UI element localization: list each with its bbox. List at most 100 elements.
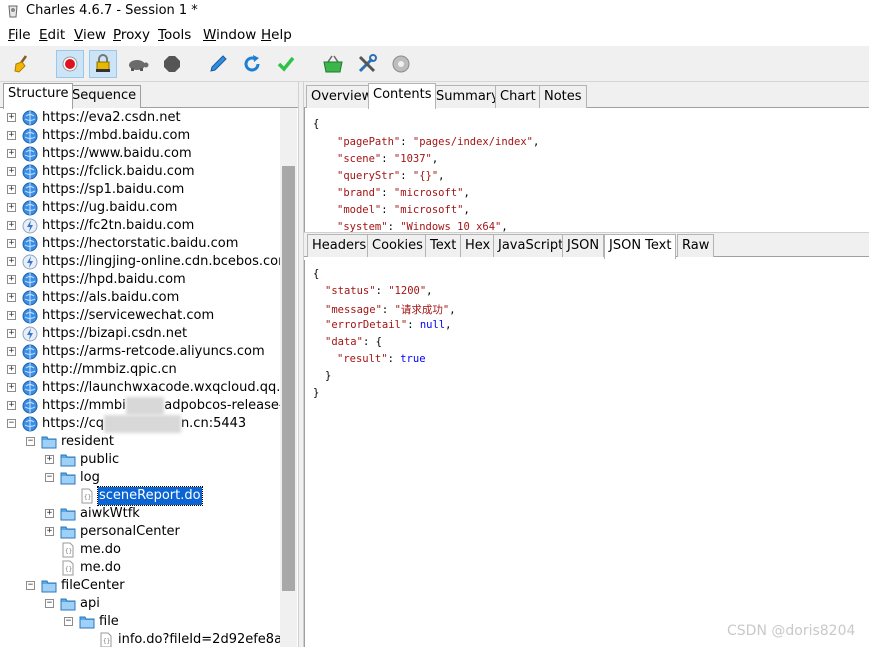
expand-icon[interactable]: + — [7, 257, 16, 266]
expand-icon[interactable]: + — [7, 293, 16, 302]
tab-contents[interactable]: Contents — [368, 83, 437, 109]
menu-view[interactable]: View — [74, 27, 106, 43]
expand-icon[interactable]: + — [7, 401, 16, 410]
menu-help[interactable]: Help — [261, 27, 292, 43]
tree-host-node[interactable]: + https://launchwxacode.wxqcloud.qq.com — [0, 379, 280, 397]
throttle-turtle-icon[interactable] — [124, 50, 152, 78]
menu-window[interactable]: Window — [203, 27, 256, 43]
tab-summary[interactable]: Summary — [431, 85, 504, 108]
tree-folder-node[interactable]: + aiwkWtfk — [0, 505, 280, 523]
expand-icon[interactable]: + — [7, 113, 16, 122]
tree-folder-node[interactable]: − api — [0, 595, 280, 613]
tree-host-node[interactable]: + https://mbd.baidu.com — [0, 127, 280, 145]
collapse-icon[interactable]: − — [45, 473, 54, 482]
tab-headers[interactable]: Headers — [307, 234, 372, 257]
tab-raw[interactable]: Raw — [677, 234, 715, 257]
expand-icon[interactable]: + — [7, 149, 16, 158]
collapse-icon[interactable]: − — [26, 437, 35, 446]
tab-javascript[interactable]: JavaScript — [493, 234, 569, 257]
repeat-refresh-icon[interactable] — [238, 50, 266, 78]
expand-icon[interactable]: + — [45, 509, 54, 518]
tree-file-node[interactable]: {} me.do — [0, 541, 280, 559]
tab-chart[interactable]: Chart — [495, 85, 541, 108]
tree-host-node[interactable]: + https://bizapi.csdn.net — [0, 325, 280, 343]
tree-host-node[interactable]: + https://mmbixxxxxadpobcos-release-1258 — [0, 397, 280, 415]
tab-text[interactable]: Text — [425, 234, 462, 257]
menu-tools[interactable]: Tools — [158, 27, 191, 43]
expand-icon[interactable]: + — [7, 185, 16, 194]
expand-icon[interactable]: + — [45, 527, 54, 536]
tree-host-node[interactable]: + https://fclick.baidu.com — [0, 163, 280, 181]
expand-icon[interactable]: + — [7, 275, 16, 284]
tree-host-node[interactable]: − https://cqxxxxxxxxxxn.cn:5443 — [0, 415, 280, 433]
collapse-icon[interactable]: − — [64, 617, 73, 626]
basket-icon[interactable] — [319, 50, 347, 78]
broom-icon[interactable] — [8, 50, 36, 78]
tree-host-node[interactable]: + https://www.baidu.com — [0, 145, 280, 163]
tab-json-text[interactable]: JSON Text — [604, 234, 677, 259]
tree-scrollbar[interactable] — [280, 108, 297, 647]
response-json-line: "data": { — [325, 336, 382, 348]
ssl-proxy-lock-icon[interactable] — [89, 50, 117, 78]
menu-proxy[interactable]: Proxy — [113, 27, 150, 43]
expand-icon[interactable]: + — [7, 203, 16, 212]
expand-icon[interactable]: + — [7, 383, 16, 392]
settings-gear-icon[interactable] — [387, 50, 415, 78]
tree-file-node[interactable]: {} sceneReport.do — [0, 486, 280, 506]
tree-folder-node[interactable]: − fileCenter — [0, 577, 280, 595]
tree-host-node[interactable]: + https://sp1.baidu.com — [0, 181, 280, 199]
menu-file[interactable]: File — [8, 27, 31, 43]
tools-icon[interactable] — [353, 50, 381, 78]
validate-check-icon[interactable] — [272, 50, 300, 78]
tree-host-node[interactable]: + https://als.baidu.com — [0, 289, 280, 307]
breakpoint-stop-icon[interactable] — [158, 50, 186, 78]
record-icon[interactable] — [56, 50, 84, 78]
tree-host-node[interactable]: + https://lingjing-online.cdn.bcebos.com — [0, 253, 280, 271]
tree-node-label: me.do — [80, 542, 121, 557]
expand-icon[interactable]: + — [7, 365, 16, 374]
response-json-line: "message": "请求成功", — [325, 304, 456, 316]
tab-sequence[interactable]: Sequence — [67, 85, 142, 108]
left-tab-bar: Structure Sequence — [0, 82, 302, 109]
host-globe-icon — [22, 236, 38, 252]
expand-icon[interactable]: + — [7, 239, 16, 248]
compose-pen-icon[interactable] — [204, 50, 232, 78]
tree-folder-node[interactable]: − file — [0, 613, 280, 631]
collapse-icon[interactable]: − — [45, 599, 54, 608]
menu-edit[interactable]: Edit — [39, 27, 65, 43]
tree-file-node[interactable]: {} me.do — [0, 559, 280, 577]
expand-icon[interactable]: + — [7, 329, 16, 338]
expand-icon[interactable]: + — [7, 311, 16, 320]
tab-overview[interactable]: Overview — [306, 85, 378, 108]
collapse-icon[interactable]: − — [26, 581, 35, 590]
host-globe-icon — [22, 362, 38, 378]
tree-folder-node[interactable]: + public — [0, 451, 280, 469]
tree-host-node[interactable]: + https://hectorstatic.baidu.com — [0, 235, 280, 253]
tree-host-node[interactable]: + https://ug.baidu.com — [0, 199, 280, 217]
response-body-view[interactable]: { "status": "1200", "message": "请求成功", "… — [304, 260, 869, 647]
expand-icon[interactable]: + — [7, 167, 16, 176]
expand-icon[interactable]: + — [7, 347, 16, 356]
expand-icon[interactable]: + — [7, 131, 16, 140]
tab-json[interactable]: JSON — [562, 234, 605, 257]
tree-folder-node[interactable]: + personalCenter — [0, 523, 280, 541]
tree-host-node[interactable]: + http://mmbiz.qpic.cn — [0, 361, 280, 379]
tab-notes[interactable]: Notes — [539, 85, 587, 108]
tab-hex[interactable]: Hex — [460, 234, 496, 257]
tree-folder-node[interactable]: − resident — [0, 433, 280, 451]
tree-host-node[interactable]: + https://hpd.baidu.com — [0, 271, 280, 289]
tree-scrollbar-thumb[interactable] — [282, 166, 295, 591]
tree-host-node[interactable]: + https://servicewechat.com — [0, 307, 280, 325]
tree-host-node[interactable]: + https://eva2.csdn.net — [0, 109, 280, 127]
expand-icon[interactable]: + — [7, 221, 16, 230]
tree-host-node[interactable]: + https://arms-retcode.aliyuncs.com — [0, 343, 280, 361]
tree-host-node[interactable]: + https://fc2tn.baidu.com — [0, 217, 280, 235]
collapse-icon[interactable]: − — [7, 419, 16, 428]
tree-folder-node[interactable]: − log — [0, 469, 280, 487]
tab-cookies[interactable]: Cookies — [367, 234, 428, 257]
tab-structure[interactable]: Structure — [3, 83, 74, 109]
request-body-view[interactable]: { "pagePath": "pages/index/index", "scen… — [304, 108, 869, 232]
host-globe-icon — [22, 200, 38, 216]
tree-file-node[interactable]: {} info.do?fileId=2d92efe8a32 — [0, 631, 280, 647]
expand-icon[interactable]: + — [45, 455, 54, 464]
